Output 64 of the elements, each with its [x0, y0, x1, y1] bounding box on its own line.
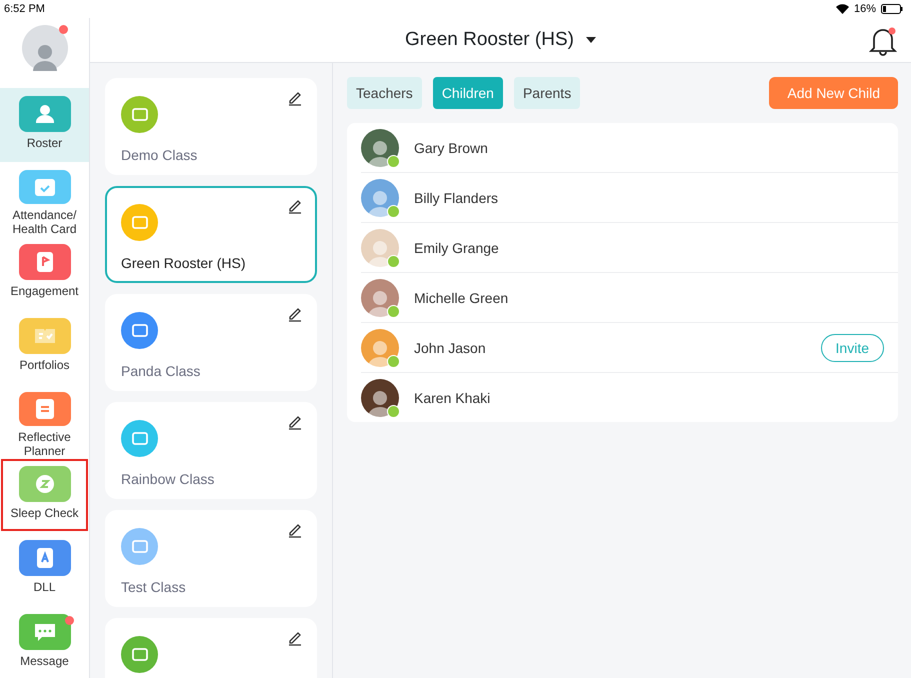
pencil-icon — [287, 90, 303, 106]
status-badge-icon — [387, 354, 400, 368]
status-badge-icon — [387, 404, 400, 418]
nav-item[interactable]: Message — [0, 606, 89, 678]
nav-item[interactable]: Roster — [0, 88, 89, 162]
battery-percent: 16% — [854, 3, 876, 15]
dropdown-caret-icon — [586, 37, 596, 43]
status-badge-icon — [387, 204, 400, 218]
chat-icon — [32, 622, 56, 642]
edit-button[interactable] — [287, 90, 303, 106]
class-name: Demo Class — [121, 147, 198, 163]
status-time: 6:52 PM — [4, 3, 45, 15]
nav-item[interactable]: Sleep Check — [0, 458, 89, 532]
nav-label: Sleep Check — [9, 506, 80, 520]
nav-item[interactable]: Attendance/ Health Card — [0, 162, 89, 236]
edit-button[interactable] — [287, 306, 303, 322]
edit-button[interactable] — [287, 414, 303, 430]
user-avatar[interactable] — [22, 25, 68, 71]
pencil-icon — [287, 306, 303, 322]
pencil-icon — [287, 414, 303, 430]
edit-button[interactable] — [287, 198, 303, 214]
wifi-icon — [836, 4, 849, 14]
child-name[interactable]: Emily Grange — [414, 240, 499, 256]
pencil-icon — [287, 522, 303, 538]
nav-label: DLL — [32, 580, 56, 594]
status-badge-icon — [387, 254, 400, 268]
status-badge-icon — [387, 304, 400, 318]
battery-icon — [881, 4, 903, 14]
notification-button[interactable] — [869, 26, 897, 56]
class-name: Rainbow Class — [121, 471, 216, 487]
nav-item[interactable]: Reflective Planner — [0, 384, 89, 458]
nav-item[interactable]: DLL — [0, 532, 89, 606]
class-selector[interactable]: Green Rooster (HS) — [399, 28, 602, 52]
nav-label: Portfolios — [18, 358, 71, 372]
class-card[interactable]: Demo Class — [105, 78, 317, 175]
book-icon — [32, 326, 56, 346]
nav-item[interactable]: Portfolios — [0, 310, 89, 384]
class-card[interactable]: Rainbow Class — [105, 402, 317, 499]
nav-label: Reflective Planner — [17, 430, 72, 458]
edit-button[interactable] — [287, 522, 303, 538]
status-badge-icon — [387, 154, 400, 168]
child-name[interactable]: Gary Brown — [414, 140, 488, 156]
tab[interactable]: Parents — [514, 77, 580, 109]
nav-label: Roster — [26, 136, 64, 150]
nav-label: Engagement — [9, 284, 80, 298]
edit-button[interactable] — [287, 630, 303, 646]
pencil-icon — [287, 198, 303, 214]
calendar-icon — [32, 177, 56, 197]
class-name: Green Rooster (HS) — [121, 255, 246, 271]
class-card[interactable]: Test Class — [105, 510, 317, 607]
nav-label: Message — [19, 654, 70, 668]
nav-label: Attendance/ Health Card — [11, 208, 78, 236]
child-name[interactable]: Billy Flanders — [414, 190, 498, 206]
pencil-icon — [287, 630, 303, 646]
class-card[interactable]: Green Rooster (HS) — [105, 186, 317, 283]
child-name[interactable]: John Jason — [414, 340, 486, 356]
class-card[interactable]: Panda Class — [105, 294, 317, 391]
bell-icon — [869, 26, 897, 56]
tab[interactable]: Teachers — [347, 77, 422, 109]
nav-item[interactable]: Engagement — [0, 236, 89, 310]
class-name: Test Class — [121, 579, 187, 595]
child-name[interactable]: Karen Khaki — [414, 390, 490, 406]
class-name: Panda Class — [121, 363, 202, 379]
child-name[interactable]: Michelle Green — [414, 290, 508, 306]
